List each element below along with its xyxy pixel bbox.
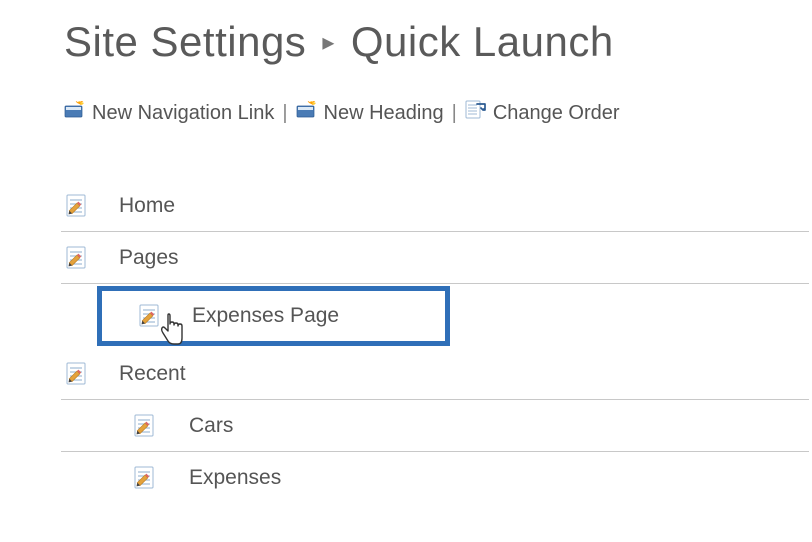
breadcrumb-current: Quick Launch — [351, 18, 614, 66]
new-heading-button[interactable]: New Heading — [296, 101, 444, 125]
edit-list-icon — [61, 245, 97, 271]
nav-item-label: Expenses — [165, 466, 281, 490]
nav-item-label: Recent — [97, 362, 186, 386]
change-order-icon — [465, 100, 487, 126]
breadcrumb-site-settings[interactable]: Site Settings — [64, 18, 306, 66]
nav-item-label: Pages — [97, 246, 179, 270]
nav-item-recent[interactable]: Recent — [61, 348, 809, 400]
nav-item-expenses[interactable]: Expenses — [61, 452, 809, 504]
nav-item-pages[interactable]: Pages — [61, 232, 809, 284]
nav-item-home[interactable]: Home — [61, 180, 809, 232]
change-order-label: Change Order — [493, 102, 620, 125]
toolbar-divider: | — [282, 102, 287, 125]
edit-list-icon — [61, 193, 97, 219]
new-heading-icon — [296, 101, 318, 125]
toolbar: New Navigation Link | New Heading | — [64, 100, 812, 126]
nav-item-label[interactable]: Expenses Page — [170, 304, 339, 328]
new-heading-label: New Heading — [324, 102, 444, 125]
new-navigation-link-label: New Navigation Link — [92, 102, 274, 125]
breadcrumb-separator-icon: ▸ — [322, 28, 335, 57]
nav-item-label: Home — [97, 194, 175, 218]
highlight-box: Expenses Page — [97, 286, 450, 346]
nav-item-label: Cars — [165, 414, 233, 438]
edit-list-icon — [129, 413, 165, 439]
pointer-cursor-icon — [158, 313, 188, 353]
edit-list-icon — [61, 361, 97, 387]
new-navigation-link-button[interactable]: New Navigation Link — [64, 101, 274, 125]
quick-launch-nav-list: Home Pages — [61, 180, 809, 504]
change-order-button[interactable]: Change Order — [465, 100, 620, 126]
nav-item-cars[interactable]: Cars — [61, 400, 809, 452]
nav-item-expenses-page-highlighted: Expenses Page — [61, 284, 809, 348]
page-title: Site Settings ▸ Quick Launch — [64, 18, 812, 66]
new-link-icon — [64, 101, 86, 125]
toolbar-divider: | — [452, 102, 457, 125]
edit-list-icon — [129, 465, 165, 491]
